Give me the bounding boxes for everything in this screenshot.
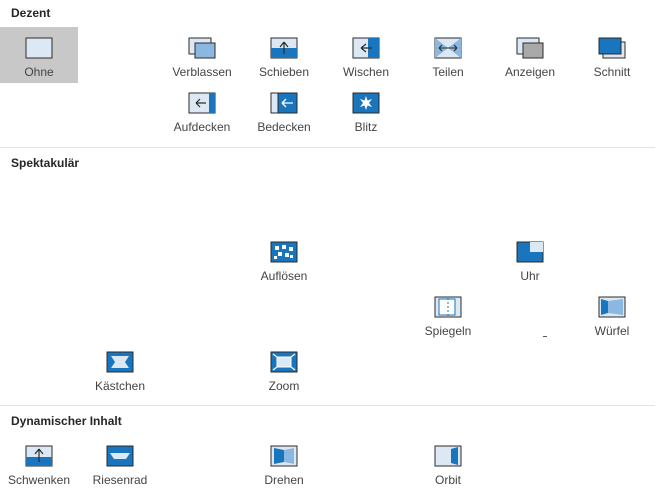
transition-blitz[interactable]: Blitz [327, 82, 405, 138]
transition-orbit[interactable]: Orbit [409, 435, 487, 491]
wipe-icon [352, 37, 380, 59]
section-divider [0, 405, 655, 406]
transition-label: Blitz [354, 120, 378, 134]
transition-drehen[interactable]: Drehen [245, 435, 323, 491]
transition-label: Uhr [520, 269, 540, 283]
cover-icon [270, 92, 298, 114]
transition-schieben[interactable]: Schieben [245, 27, 323, 83]
transition-label: Würfel [594, 324, 630, 338]
cube-icon [598, 296, 626, 318]
transition-aufloesen[interactable]: Auflösen [245, 231, 323, 287]
transition-label: Drehen [264, 473, 304, 487]
transition-verblassen[interactable]: Verblassen [163, 27, 241, 83]
transition-label: Verblassen [172, 65, 232, 79]
split-icon [434, 37, 462, 59]
section-header-spektakulaer: Spektakulär [11, 156, 80, 170]
transition-label: Aufdecken [173, 120, 231, 134]
transition-wuerfel[interactable]: Würfel [573, 286, 651, 342]
transition-riesenrad[interactable]: Riesenrad [81, 435, 159, 491]
transition-label: Spiegeln [424, 324, 472, 338]
transition-label: Schnitt [593, 65, 631, 79]
zoom-icon [270, 351, 298, 373]
transition-wischen[interactable]: Wischen [327, 27, 405, 83]
transition-zoom[interactable]: Zoom [245, 341, 323, 397]
transition-label: Auflösen [260, 269, 308, 283]
transition-anzeigen[interactable]: Anzeigen [491, 27, 569, 83]
rotate-icon [270, 445, 298, 467]
dissolve-icon [270, 241, 298, 263]
transition-label: Anzeigen [504, 65, 556, 79]
flash-icon [352, 92, 380, 114]
transition-schnitt[interactable]: Schnitt [573, 27, 651, 83]
transition-spiegeln[interactable]: Spiegeln [409, 286, 487, 342]
transition-label: Orbit [434, 473, 461, 487]
clock-icon [516, 241, 544, 263]
orbit-icon [434, 445, 462, 467]
transition-ohne[interactable]: Ohne [0, 27, 78, 83]
section-header-dezent: Dezent [11, 6, 51, 20]
transition-label: Wischen [342, 65, 389, 79]
flip-icon [434, 296, 462, 318]
transition-label: Ohne [24, 65, 54, 79]
ferris-wheel-icon [106, 445, 134, 467]
transition-bedecken[interactable]: Bedecken [245, 82, 323, 138]
transition-teilen[interactable]: Teilen [409, 27, 487, 83]
section-divider [0, 147, 655, 148]
reveal-icon [516, 37, 544, 59]
cut-icon [598, 37, 626, 59]
transition-label: Schwenken [7, 473, 71, 487]
transition-label: Riesenrad [92, 473, 148, 487]
transition-kaestchen[interactable]: Kästchen [81, 341, 159, 397]
section-header-dynamischer-inhalt: Dynamischer Inhalt [11, 414, 122, 428]
pan-icon [25, 445, 53, 467]
none-transition-icon [25, 37, 53, 59]
transition-uhr[interactable]: Uhr [491, 231, 569, 287]
uncover-icon [188, 92, 216, 114]
transition-aufdecken[interactable]: Aufdecken [163, 82, 241, 138]
transition-label: Schieben [258, 65, 310, 79]
transition-label: Zoom [268, 379, 300, 393]
transition-schwenken[interactable]: Schwenken [0, 435, 78, 491]
box-icon [106, 351, 134, 373]
push-icon [270, 37, 298, 59]
divider-mark [543, 336, 547, 337]
fade-icon [188, 37, 216, 59]
transition-label: Bedecken [257, 120, 311, 134]
transition-label: Teilen [432, 65, 464, 79]
transition-label: Kästchen [94, 379, 146, 393]
